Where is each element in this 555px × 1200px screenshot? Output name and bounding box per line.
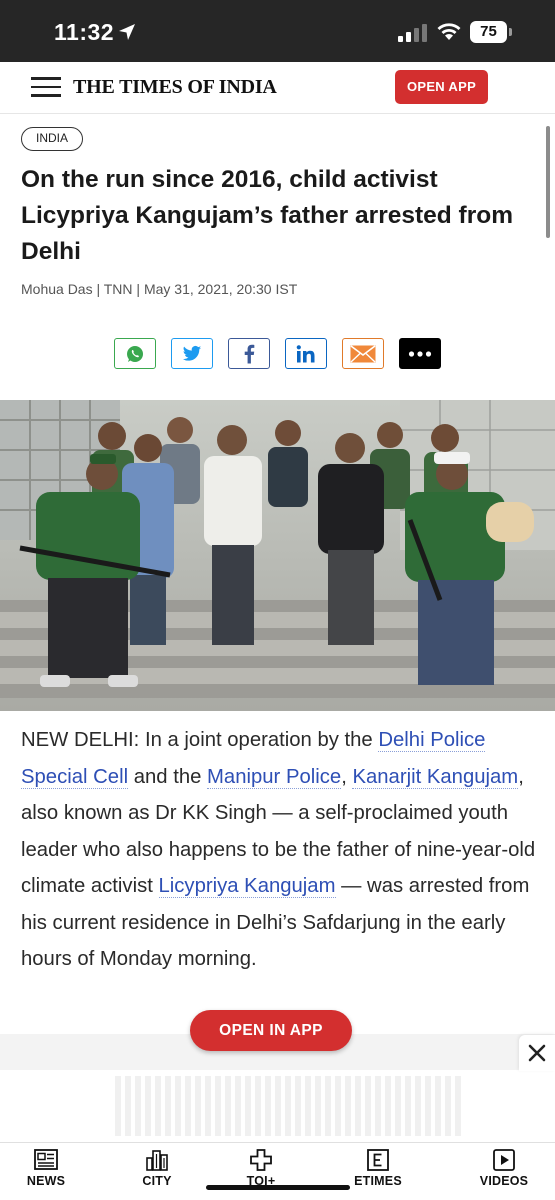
body-text: and the (128, 765, 208, 788)
nav-item-city[interactable]: CITY (122, 1149, 192, 1188)
nav-item-toi-plus[interactable]: TOI+ (226, 1149, 296, 1188)
share-email-button[interactable] (342, 338, 384, 369)
more-icon (408, 350, 432, 357)
body-text: , (341, 765, 353, 788)
page-scrollbar[interactable] (546, 126, 550, 238)
share-facebook-button[interactable] (228, 338, 270, 369)
link-licypriya-kangujam[interactable]: Licypriya Kangujam (158, 875, 336, 898)
article-byline: Mohua Das | TNN | May 31, 2021, 20:30 IS… (21, 281, 298, 297)
etimes-icon (367, 1149, 389, 1171)
city-icon (146, 1150, 168, 1171)
nav-item-etimes[interactable]: ETIMES (343, 1149, 413, 1188)
nav-item-news[interactable]: NEWS (11, 1149, 81, 1188)
battery-level: 75 (470, 21, 507, 43)
ad-banner[interactable] (0, 1070, 555, 1142)
nav-label: VIDEOS (479, 1174, 529, 1188)
twitter-icon (182, 345, 202, 361)
video-play-icon (493, 1149, 515, 1171)
home-indicator (206, 1185, 350, 1190)
bottom-nav: NEWS CITY TOI+ ETIMES VIDEOS (0, 1142, 555, 1200)
nav-label: NEWS (26, 1174, 66, 1188)
site-header: THE TIMES OF INDIA OPEN APP (0, 62, 555, 114)
location-arrow-icon (119, 24, 135, 40)
share-twitter-button[interactable] (171, 338, 213, 369)
article-body: NEW DELHI: In a joint operation by the D… (21, 722, 536, 978)
article-photo[interactable] (0, 400, 555, 711)
close-ad-button[interactable] (519, 1035, 555, 1071)
status-time: 11:32 (54, 19, 115, 45)
menu-icon[interactable] (31, 77, 61, 97)
email-icon (350, 344, 376, 363)
share-more-button[interactable] (399, 338, 441, 369)
section-badge[interactable]: INDIA (21, 127, 84, 151)
open-in-app-button[interactable]: OPEN IN APP (190, 1010, 352, 1051)
open-app-button[interactable]: OPEN APP (395, 70, 488, 104)
body-text: NEW DELHI: In a joint operation by the (21, 729, 379, 751)
share-linkedin-button[interactable] (285, 338, 327, 369)
wifi-icon (437, 23, 461, 40)
facebook-icon (244, 344, 255, 363)
cellular-signal-icon (398, 24, 427, 42)
nav-item-videos[interactable]: VIDEOS (469, 1149, 539, 1188)
article-headline: On the run since 2016, child activist Li… (21, 166, 513, 265)
status-bar: 11:32 75 (0, 0, 555, 62)
close-icon (528, 1044, 546, 1062)
share-whatsapp-button[interactable] (114, 338, 156, 369)
battery-icon: 75 (470, 21, 512, 43)
site-logo[interactable]: THE TIMES OF INDIA (73, 76, 277, 99)
newspaper-icon (34, 1149, 58, 1170)
toi-plus-icon (250, 1149, 272, 1171)
link-kanarjit-kangujam[interactable]: Kanarjit Kangujam (352, 765, 519, 789)
nav-label: CITY (142, 1174, 172, 1188)
whatsapp-icon (127, 345, 143, 362)
nav-label: ETIMES (354, 1174, 402, 1188)
linkedin-icon (296, 344, 315, 362)
link-manipur-police[interactable]: Manipur Police (207, 765, 342, 789)
